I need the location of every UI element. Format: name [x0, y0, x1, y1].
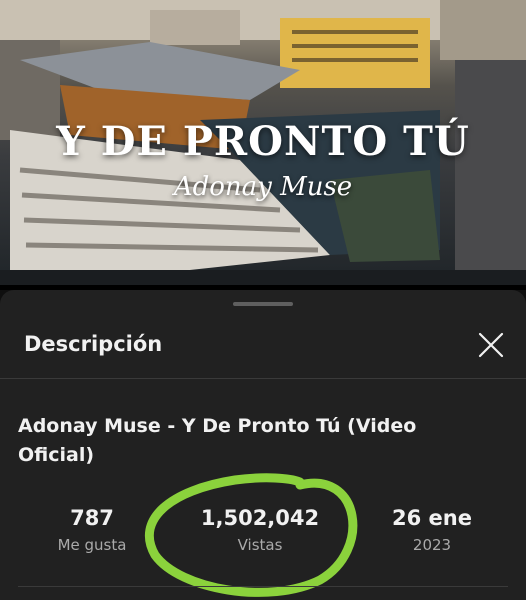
highlight-circle-annotation — [145, 473, 358, 597]
description-panel: Descripción Adonay Muse - Y De Pronto Tú… — [0, 290, 526, 600]
video-title-overlay: Y DE PRONTO TÚ — [56, 118, 470, 165]
video-thumbnail[interactable]: Y DE PRONTO TÚ Adonay Muse — [0, 0, 526, 285]
video-artist-overlay: Adonay Muse — [173, 172, 353, 202]
divider-bottom — [18, 586, 508, 587]
